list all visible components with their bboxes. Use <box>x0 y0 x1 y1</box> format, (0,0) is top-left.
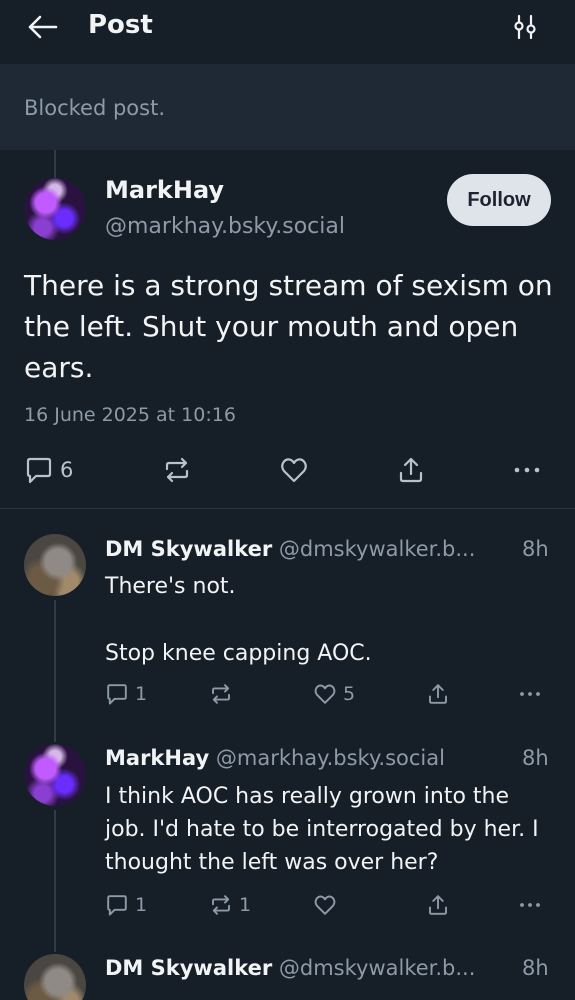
reply-button[interactable]: 1 <box>105 682 147 706</box>
blocked-post-notice[interactable]: Blocked post. <box>0 64 575 150</box>
reply-icon <box>107 684 127 705</box>
reply-text: Stop knee capping AOC. <box>105 641 372 666</box>
thread-connector <box>54 150 56 178</box>
heart-icon <box>314 895 336 915</box>
more-options-button[interactable] <box>512 455 542 485</box>
thread-connector <box>54 810 56 952</box>
thread-connector <box>54 600 56 742</box>
reply-author-name[interactable]: DM Skywalker <box>105 956 272 980</box>
author-name[interactable]: MarkHay <box>105 176 224 204</box>
heart-icon <box>314 684 336 704</box>
like-button[interactable] <box>279 455 309 485</box>
back-button[interactable] <box>26 12 62 42</box>
share-button[interactable] <box>426 682 450 706</box>
divider <box>0 508 575 509</box>
reply-text: I think AOC has really grown into the jo… <box>105 784 539 875</box>
reply-author-name[interactable]: MarkHay <box>105 746 209 770</box>
share-icon <box>429 895 447 915</box>
reply-time: 8h <box>522 537 549 561</box>
reply-author-name[interactable]: DM Skywalker <box>105 537 272 561</box>
reply-author-handle[interactable]: @markhay.bsky.social <box>216 746 445 770</box>
reply-count: 6 <box>60 458 74 482</box>
reply-count: 1 <box>135 894 148 916</box>
like-count: 5 <box>343 683 356 705</box>
reply-time: 8h <box>522 746 549 770</box>
blocked-post-label: Blocked post. <box>24 96 166 120</box>
reply-header: DM Skywalker @dmskywalker.b... <box>105 956 475 980</box>
more-horizontal-icon <box>514 467 540 473</box>
more-horizontal-icon <box>520 692 540 696</box>
share-icon <box>429 684 447 704</box>
repost-icon <box>165 457 189 483</box>
reply-button[interactable]: 6 <box>24 455 73 485</box>
post-text: There is a strong stream of sexism on th… <box>24 269 553 384</box>
repost-icon <box>212 895 230 915</box>
more-options-button[interactable] <box>518 682 542 706</box>
like-button[interactable] <box>313 893 337 917</box>
reply-author-handle[interactable]: @dmskywalker.b... <box>279 956 476 980</box>
share-button[interactable] <box>396 455 426 485</box>
repost-button[interactable] <box>209 682 233 706</box>
avatar[interactable] <box>24 744 86 806</box>
reply-button[interactable]: 1 <box>105 893 147 917</box>
like-button[interactable]: 5 <box>313 682 355 706</box>
repost-button[interactable] <box>162 455 192 485</box>
reply-header: MarkHay @markhay.bsky.social <box>105 746 445 770</box>
arrow-left-icon <box>28 15 58 39</box>
follow-button[interactable]: Follow <box>447 174 551 226</box>
reply-author-handle[interactable]: @dmskywalker.b... <box>279 537 476 561</box>
author-handle[interactable]: @markhay.bsky.social <box>105 214 345 239</box>
reply-time: 8h <box>522 956 549 980</box>
repost-count: 1 <box>239 894 252 916</box>
reply-text: There's not. <box>105 574 236 599</box>
avatar[interactable] <box>24 954 86 1000</box>
more-horizontal-icon <box>520 903 540 907</box>
reply-header: DM Skywalker @dmskywalker.b... <box>105 537 475 561</box>
avatar[interactable] <box>24 534 86 596</box>
reply-icon <box>107 895 127 916</box>
sliders-icon <box>514 14 536 40</box>
share-button[interactable] <box>426 893 450 917</box>
top-bar: Post <box>0 0 575 64</box>
repost-icon <box>212 684 230 704</box>
thread-options-button[interactable] <box>510 12 540 42</box>
reply-icon <box>26 457 52 484</box>
reply-count: 1 <box>135 683 148 705</box>
heart-icon <box>281 458 307 483</box>
post-timestamp: 16 June 2025 at 10:16 <box>24 404 236 426</box>
share-icon <box>399 457 423 483</box>
repost-button[interactable]: 1 <box>209 893 251 917</box>
avatar[interactable] <box>24 178 86 240</box>
more-options-button[interactable] <box>518 893 542 917</box>
page-title: Post <box>88 10 153 40</box>
